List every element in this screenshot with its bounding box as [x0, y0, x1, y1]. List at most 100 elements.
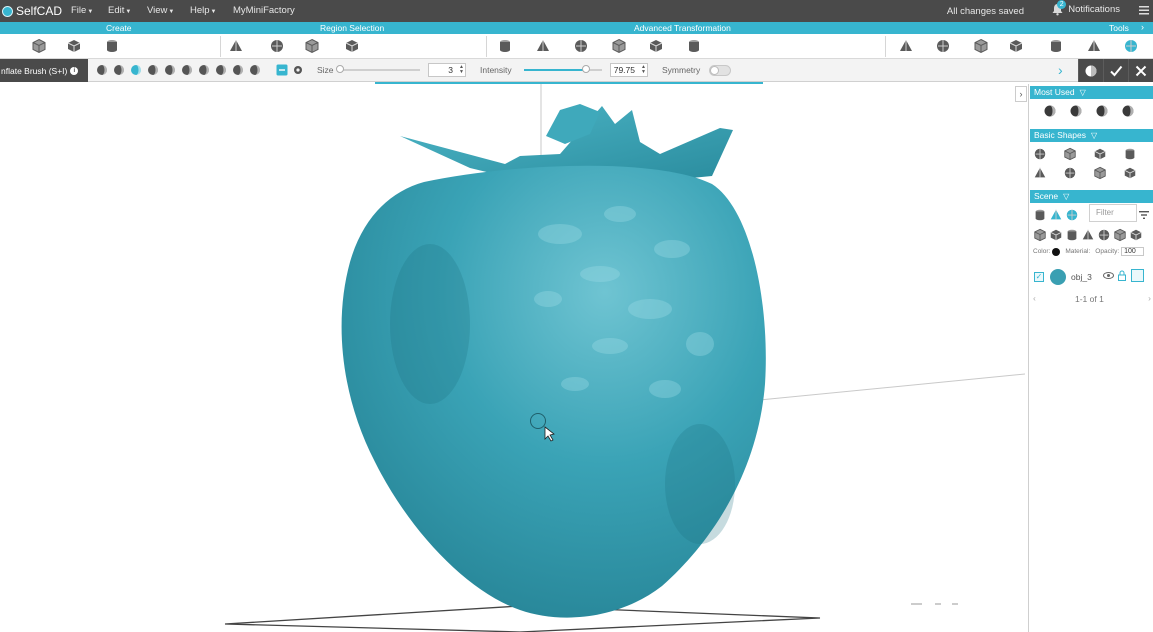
menu-myminifactory[interactable]: MyMiniFactory: [233, 5, 295, 16]
color-swatch[interactable]: [1052, 247, 1061, 256]
scene-header[interactable]: Scene ▽: [1030, 190, 1153, 203]
region-box-icon[interactable]: [269, 38, 285, 54]
size-input[interactable]: 3 ▲ ▼: [428, 63, 466, 77]
pager-prev-icon[interactable]: ‹: [1033, 293, 1036, 303]
box-solid-icon[interactable]: [1065, 228, 1079, 242]
intensity-label: Intensity: [480, 65, 512, 75]
pager-next-icon[interactable]: ›: [1148, 293, 1151, 303]
transform-hat-icon[interactable]: [497, 38, 513, 54]
region-select-icon[interactable]: [304, 38, 320, 54]
apply-button[interactable]: [1103, 59, 1128, 82]
brush-half-icon[interactable]: [147, 64, 159, 76]
tool-box-icon[interactable]: [1048, 38, 1064, 54]
spinner-arrows-icon[interactable]: ▲ ▼: [641, 65, 646, 75]
size-slider-handle[interactable]: [336, 65, 344, 73]
sort-icon[interactable]: [1137, 208, 1151, 222]
menu-file[interactable]: File▼: [71, 5, 93, 16]
polyhedron-shape-icon[interactable]: [1123, 166, 1137, 180]
brush-twist-icon[interactable]: [164, 64, 176, 76]
3d-viewport[interactable]: [0, 84, 1025, 632]
brush-inflate-icon[interactable]: [130, 64, 142, 76]
transform-cube-icon[interactable]: [535, 38, 551, 54]
tool-grid-icon[interactable]: [973, 38, 989, 54]
brush-sphere-button[interactable]: [1078, 59, 1103, 82]
dot-icon[interactable]: [1113, 228, 1127, 242]
scene-group-icon[interactable]: [1033, 208, 1047, 222]
region-arrow-icon[interactable]: [344, 38, 360, 54]
scene-title: Scene: [1034, 191, 1059, 201]
brush-blob-icon[interactable]: [198, 64, 210, 76]
knot-shape-icon[interactable]: [1063, 166, 1077, 180]
filter-funnel-icon[interactable]: ▽: [1080, 88, 1086, 97]
transform-twist-icon[interactable]: [648, 38, 664, 54]
columns-icon[interactable]: [1129, 228, 1143, 242]
lock-icon[interactable]: [1117, 270, 1127, 283]
visibility-icon[interactable]: [1033, 228, 1047, 242]
tool-sphere-icon[interactable]: [1008, 38, 1024, 54]
transform-pyramid-icon[interactable]: [611, 38, 627, 54]
size-slider[interactable]: [336, 65, 420, 73]
brush-ring-icon[interactable]: [232, 64, 244, 76]
torus-shape-icon[interactable]: [1063, 147, 1077, 161]
chevron-right-icon[interactable]: ›: [1058, 62, 1063, 78]
most-used-moon-icon[interactable]: [1043, 104, 1057, 118]
object-checkbox[interactable]: ✓: [1034, 272, 1044, 282]
brush-drop-icon[interactable]: [181, 64, 193, 76]
brush-flatten-icon[interactable]: [215, 64, 227, 76]
menu-help[interactable]: Help▼: [190, 5, 217, 16]
brush-moon-icon[interactable]: [113, 64, 125, 76]
opacity-input[interactable]: 100: [1121, 247, 1144, 256]
intensity-slider-handle[interactable]: [582, 65, 591, 73]
brush-settings-icon[interactable]: [292, 64, 304, 76]
panel-collapse-button[interactable]: ›: [1015, 86, 1027, 102]
tool-rotate-icon[interactable]: [1086, 38, 1102, 54]
tool-boolean-icon[interactable]: [898, 38, 914, 54]
cylinder-shape-icon[interactable]: [1033, 166, 1047, 180]
brush-round-icon[interactable]: [96, 64, 108, 76]
scene-filter-input[interactable]: Filter: [1089, 204, 1137, 222]
menu-bar: SelfCAD File▼ Edit▼ View▼ Help▼ MyMiniFa…: [0, 0, 1153, 22]
lock-all-icon[interactable]: [1049, 228, 1063, 242]
intensity-input[interactable]: 79.75 ▲ ▼: [610, 63, 648, 77]
menu-edit[interactable]: Edit▼: [108, 5, 131, 16]
spinner-arrows-icon[interactable]: ▲ ▼: [459, 65, 464, 75]
app-logo[interactable]: SelfCAD: [2, 3, 62, 19]
scene-link-icon[interactable]: [1049, 208, 1063, 222]
scene-object-row[interactable]: ✓ obj_3: [1033, 267, 1151, 287]
cancel-button[interactable]: [1128, 59, 1153, 82]
sphere-shape-icon[interactable]: [1093, 147, 1107, 161]
intensity-slider[interactable]: [524, 65, 602, 73]
cube-shape-icon[interactable]: [1033, 147, 1047, 161]
scene-canvas[interactable]: [0, 84, 1025, 632]
notifications-button[interactable]: 2 Notifications: [1051, 0, 1120, 16]
brush-mode-add-icon[interactable]: [276, 64, 288, 76]
brush-crescent-icon[interactable]: [249, 64, 261, 76]
scene-eye-icon[interactable]: [1065, 208, 1079, 222]
cube-icon[interactable]: [31, 38, 47, 54]
filter-funnel-icon[interactable]: ▽: [1063, 192, 1069, 201]
most-used-drop-icon[interactable]: [1069, 104, 1083, 118]
tool-cube-icon[interactable]: [935, 38, 951, 54]
box-icon[interactable]: [66, 38, 82, 54]
info-icon[interactable]: i: [70, 66, 79, 75]
filter-funnel-icon[interactable]: ▽: [1091, 131, 1097, 140]
most-used-crescent-icon[interactable]: [1121, 104, 1135, 118]
cylinder-icon[interactable]: [104, 38, 120, 54]
box-dark-icon[interactable]: [1097, 228, 1111, 242]
transform-bend-icon[interactable]: [573, 38, 589, 54]
eye-icon[interactable]: [1103, 270, 1114, 283]
chevron-right-icon[interactable]: ›: [1141, 22, 1144, 32]
transform-shape-icon[interactable]: [686, 38, 702, 54]
basic-shapes-header[interactable]: Basic Shapes ▽: [1030, 129, 1153, 142]
gear-shape-icon[interactable]: [1093, 166, 1107, 180]
region-cube-icon[interactable]: [228, 38, 244, 54]
menu-view[interactable]: View▼: [147, 5, 174, 16]
object-visibility-box-icon[interactable]: [1131, 269, 1144, 282]
tool-active-icon[interactable]: [1123, 38, 1139, 54]
box-light-icon[interactable]: [1081, 228, 1095, 242]
most-used-header[interactable]: Most Used ▽: [1030, 86, 1153, 99]
symmetry-toggle[interactable]: [709, 65, 731, 76]
hamburger-menu-icon[interactable]: [1139, 5, 1149, 15]
cone-shape-icon[interactable]: [1123, 147, 1137, 161]
most-used-half-icon[interactable]: [1095, 104, 1109, 118]
